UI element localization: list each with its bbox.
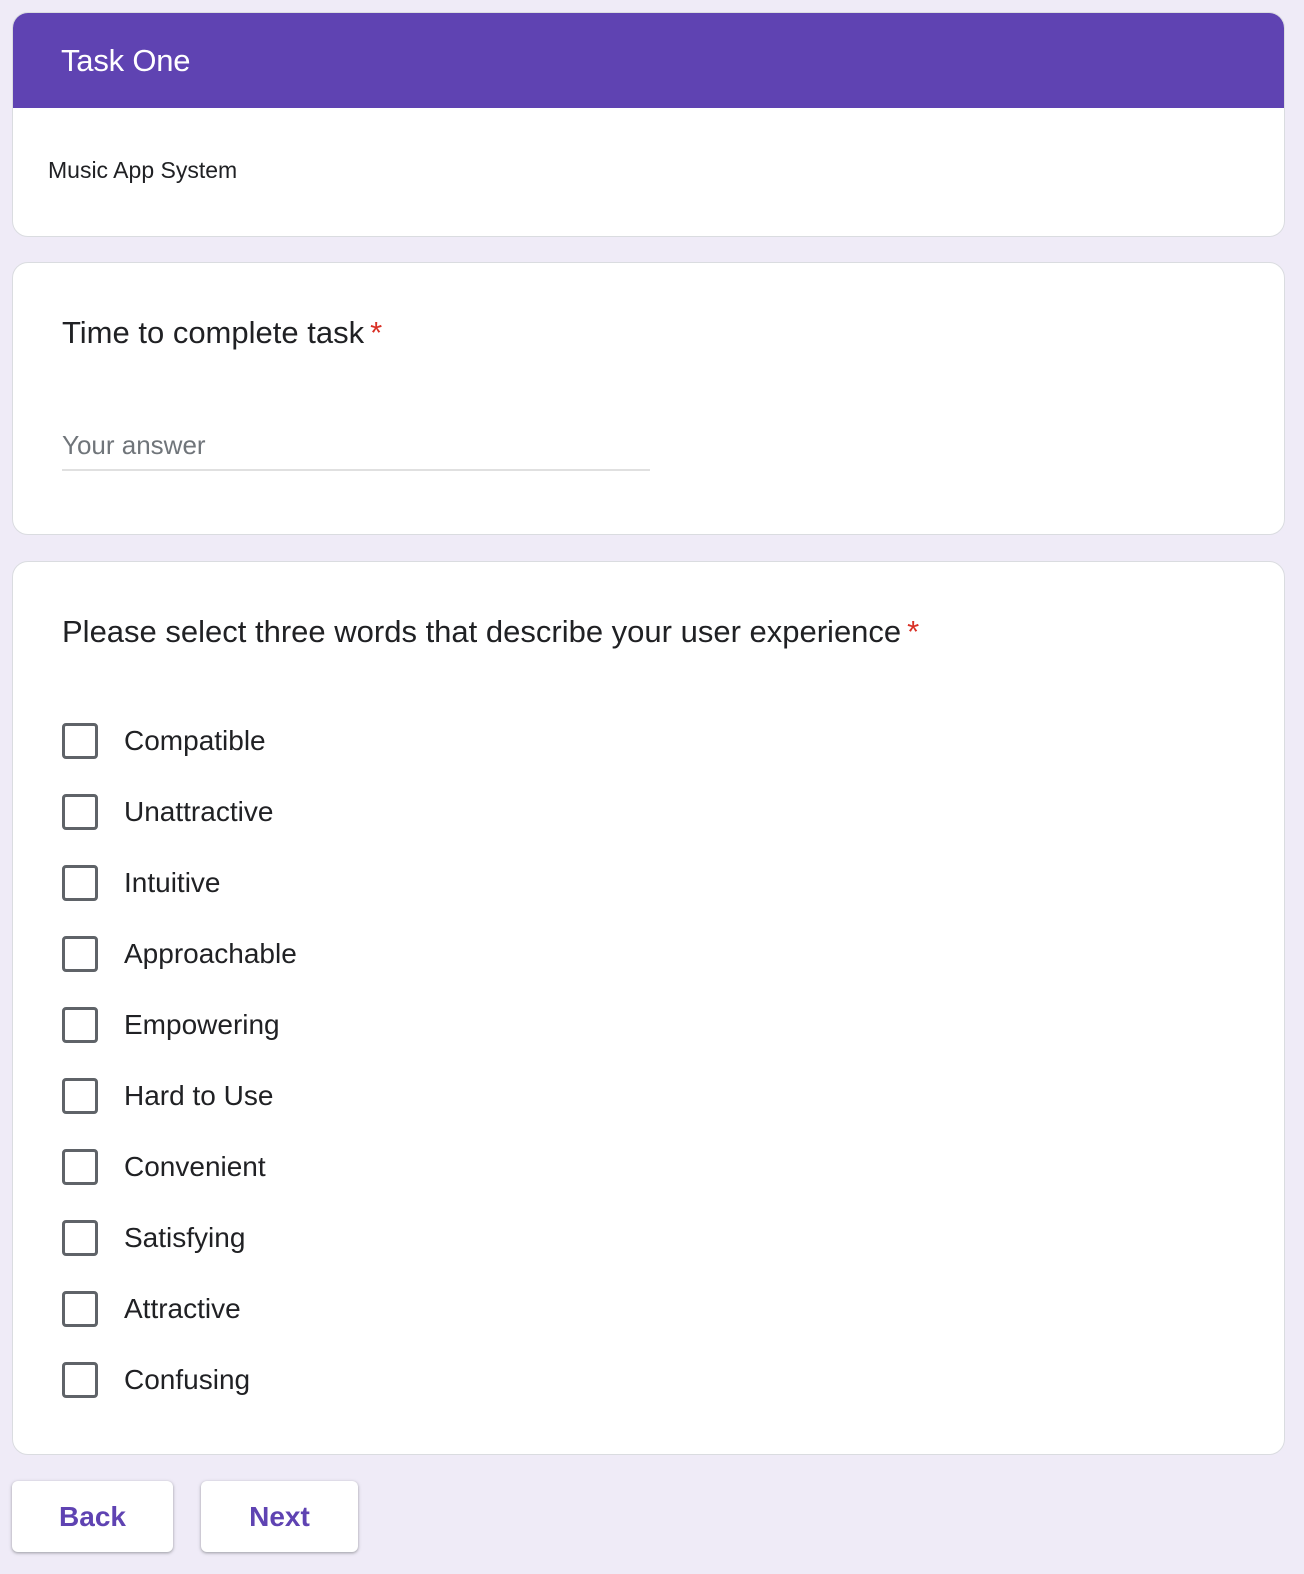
checkbox-label: Compatible: [124, 725, 266, 756]
checkbox-option-confusing[interactable]: Confusing: [62, 1344, 297, 1416]
back-button[interactable]: Back: [12, 1481, 173, 1552]
checkbox-label: Intuitive: [124, 867, 221, 898]
section-header-card: Task One Music App System: [12, 12, 1285, 237]
checkbox-label: Empowering: [124, 1009, 280, 1040]
time-answer-input[interactable]: [62, 421, 650, 471]
checkbox-option-empowering[interactable]: Empowering: [62, 989, 297, 1061]
checkbox[interactable]: [62, 1291, 98, 1327]
checkbox-option-convenient[interactable]: Convenient: [62, 1131, 297, 1203]
checkbox[interactable]: [62, 794, 98, 830]
checkbox-options-list: Compatible Unattractive Intuitive Approa…: [62, 705, 297, 1416]
checkbox-option-attractive[interactable]: Attractive: [62, 1273, 297, 1345]
checkbox-label: Unattractive: [124, 796, 274, 827]
checkbox-option-compatible[interactable]: Compatible: [62, 705, 297, 777]
checkbox-option-satisfying[interactable]: Satisfying: [62, 1202, 297, 1274]
checkbox[interactable]: [62, 1220, 98, 1256]
next-button[interactable]: Next: [201, 1481, 358, 1552]
checkbox[interactable]: [62, 1149, 98, 1185]
required-asterisk: *: [907, 614, 920, 649]
checkbox-label: Attractive: [124, 1293, 241, 1324]
checkbox-label: Confusing: [124, 1364, 251, 1395]
section-description: Music App System: [48, 157, 238, 183]
question-card-time: Time to complete task *: [12, 262, 1285, 535]
checkbox[interactable]: [62, 1078, 98, 1114]
checkbox[interactable]: [62, 865, 98, 901]
question-title-time: Time to complete task *: [62, 315, 382, 351]
checkbox-option-unattractive[interactable]: Unattractive: [62, 776, 297, 848]
checkbox-label: Satisfying: [124, 1222, 246, 1253]
checkbox-label: Approachable: [124, 938, 297, 969]
checkbox[interactable]: [62, 936, 98, 972]
section-title: Task One: [61, 42, 191, 78]
question-title-text: Please select three words that describe …: [62, 614, 902, 649]
checkbox-option-intuitive[interactable]: Intuitive: [62, 847, 297, 919]
checkbox[interactable]: [62, 723, 98, 759]
checkbox-option-hard-to-use[interactable]: Hard to Use: [62, 1060, 297, 1132]
checkbox-option-approachable[interactable]: Approachable: [62, 918, 297, 990]
question-title-words: Please select three words that describe …: [62, 614, 919, 650]
required-asterisk: *: [370, 315, 383, 350]
section-header-bar: Task One: [13, 13, 1284, 108]
checkbox[interactable]: [62, 1362, 98, 1398]
question-card-words: Please select three words that describe …: [12, 561, 1285, 1455]
checkbox-label: Convenient: [124, 1151, 266, 1182]
checkbox[interactable]: [62, 1007, 98, 1043]
checkbox-label: Hard to Use: [124, 1080, 274, 1111]
question-title-text: Time to complete task: [62, 315, 365, 350]
